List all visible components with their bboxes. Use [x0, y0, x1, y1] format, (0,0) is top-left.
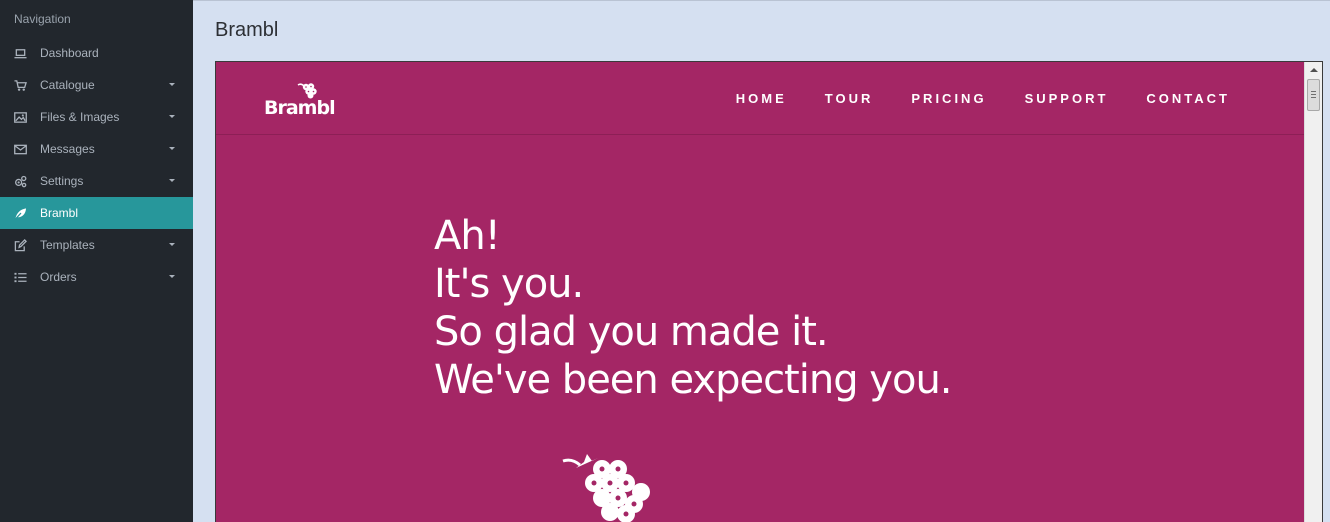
sidebar: Navigation Dashboard Catalogue Files & I…	[0, 0, 193, 522]
scroll-up-arrow-icon[interactable]	[1310, 68, 1318, 72]
sidebar-item-label: Settings	[40, 174, 84, 188]
hero-line: Ah!	[434, 213, 501, 259]
sidebar-item-label: Catalogue	[40, 78, 95, 92]
leaf-icon	[13, 206, 27, 220]
site-nav-pricing[interactable]: PRICING	[911, 91, 986, 106]
sidebar-item-label: Dashboard	[40, 46, 99, 60]
brand-logo[interactable]: Brambl	[264, 82, 354, 122]
frame-scrollbar[interactable]	[1304, 62, 1322, 522]
list-icon	[13, 270, 27, 284]
sidebar-item-label: Brambl	[40, 206, 79, 220]
berry-illustration-icon	[562, 454, 650, 522]
sidebar-item-files-images[interactable]: Files & Images	[0, 101, 193, 133]
sidebar-item-settings[interactable]: Settings	[0, 165, 193, 197]
scroll-thumb[interactable]	[1307, 79, 1320, 111]
site-nav-tour[interactable]: TOUR	[825, 91, 874, 106]
sidebar-item-templates[interactable]: Templates	[0, 229, 193, 261]
sidebar-item-orders[interactable]: Orders	[0, 261, 193, 293]
sidebar-item-brambl[interactable]: Brambl	[0, 197, 193, 229]
sidebar-item-catalogue[interactable]: Catalogue	[0, 69, 193, 101]
cart-icon	[13, 78, 27, 92]
hero-line: So glad you made it.	[434, 309, 829, 355]
sidebar-item-dashboard[interactable]: Dashboard	[0, 37, 193, 69]
site-nav-home[interactable]: HOME	[736, 91, 787, 106]
sidebar-item-messages[interactable]: Messages	[0, 133, 193, 165]
site-nav-support[interactable]: SUPPORT	[1025, 91, 1109, 106]
image-icon	[13, 110, 27, 124]
chevron-down-icon	[169, 83, 175, 86]
chevron-down-icon	[169, 275, 175, 278]
envelope-icon	[13, 142, 27, 156]
sidebar-item-label: Templates	[40, 238, 95, 252]
cogs-icon	[13, 174, 27, 188]
sidebar-item-label: Orders	[40, 270, 77, 284]
chevron-down-icon	[169, 115, 175, 118]
top-divider	[193, 0, 1330, 1]
sidebar-item-label: Messages	[40, 142, 95, 156]
laptop-icon	[13, 46, 27, 60]
hero-line: We've been expecting you.	[434, 357, 953, 403]
brand-name: Brambl	[264, 97, 336, 119]
site-preview-frame: Brambl HOME TOUR PRICING SUPPORT CONTACT…	[215, 61, 1323, 522]
site-header: Brambl HOME TOUR PRICING SUPPORT CONTACT	[216, 62, 1305, 135]
chevron-down-icon	[169, 179, 175, 182]
site-nav-contact[interactable]: CONTACT	[1146, 91, 1230, 106]
chevron-down-icon	[169, 243, 175, 246]
sidebar-heading: Navigation	[14, 12, 71, 26]
sidebar-item-label: Files & Images	[40, 110, 120, 124]
page-title: Brambl	[215, 19, 279, 41]
hero-line: It's you.	[434, 261, 584, 307]
chevron-down-icon	[169, 147, 175, 150]
hero-text: Ah! It's you. So glad you made it. We've…	[434, 212, 953, 404]
edit-icon	[13, 238, 27, 252]
site-nav: HOME TOUR PRICING SUPPORT CONTACT	[698, 91, 1230, 106]
